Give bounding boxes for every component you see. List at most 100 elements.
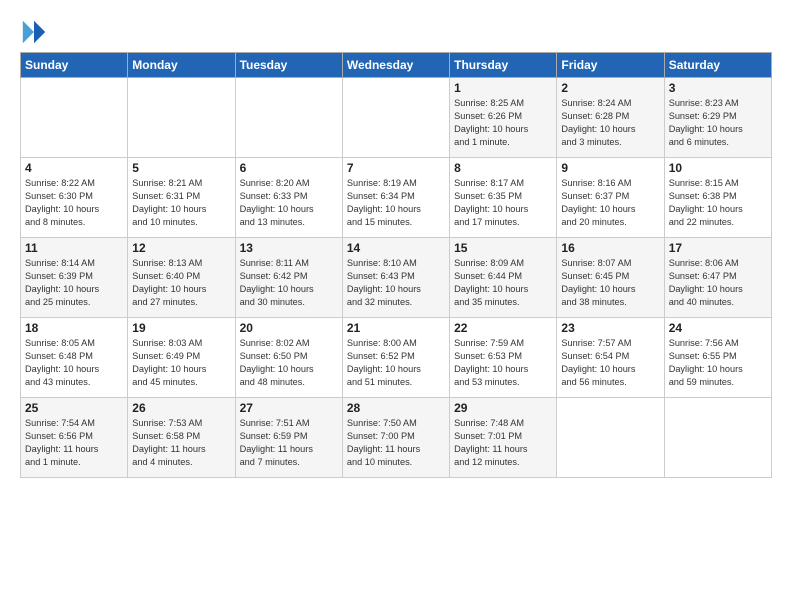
calendar-cell: 18 Sunrise: 8:05 AM Sunset: 6:48 PM Dayli… — [21, 318, 128, 398]
day-number: 3 — [669, 81, 767, 95]
header-friday: Friday — [557, 53, 664, 78]
day-detail: Sunrise: 7:50 AM Sunset: 7:00 PM Dayligh… — [347, 417, 445, 469]
day-number: 12 — [132, 241, 230, 255]
calendar-cell — [664, 398, 771, 478]
day-number: 10 — [669, 161, 767, 175]
day-detail: Sunrise: 8:03 AM Sunset: 6:49 PM Dayligh… — [132, 337, 230, 389]
header-thursday: Thursday — [450, 53, 557, 78]
day-number: 29 — [454, 401, 552, 415]
calendar-cell: 7 Sunrise: 8:19 AM Sunset: 6:34 PM Daylig… — [342, 158, 449, 238]
page-header — [20, 18, 772, 42]
day-detail: Sunrise: 8:21 AM Sunset: 6:31 PM Dayligh… — [132, 177, 230, 229]
calendar-cell: 21 Sunrise: 8:00 AM Sunset: 6:52 PM Dayli… — [342, 318, 449, 398]
day-detail: Sunrise: 8:10 AM Sunset: 6:43 PM Dayligh… — [347, 257, 445, 309]
calendar-cell: 28 Sunrise: 7:50 AM Sunset: 7:00 PM Dayli… — [342, 398, 449, 478]
day-number: 28 — [347, 401, 445, 415]
calendar-cell: 22 Sunrise: 7:59 AM Sunset: 6:53 PM Dayli… — [450, 318, 557, 398]
header-monday: Monday — [128, 53, 235, 78]
day-number: 26 — [132, 401, 230, 415]
day-number: 7 — [347, 161, 445, 175]
header-wednesday: Wednesday — [342, 53, 449, 78]
day-detail: Sunrise: 8:07 AM Sunset: 6:45 PM Dayligh… — [561, 257, 659, 309]
day-detail: Sunrise: 7:53 AM Sunset: 6:58 PM Dayligh… — [132, 417, 230, 469]
day-detail: Sunrise: 7:48 AM Sunset: 7:01 PM Dayligh… — [454, 417, 552, 469]
day-detail: Sunrise: 8:25 AM Sunset: 6:26 PM Dayligh… — [454, 97, 552, 149]
calendar-cell: 26 Sunrise: 7:53 AM Sunset: 6:58 PM Dayli… — [128, 398, 235, 478]
calendar-cell: 12 Sunrise: 8:13 AM Sunset: 6:40 PM Dayli… — [128, 238, 235, 318]
logo — [20, 18, 49, 42]
calendar-cell: 1 Sunrise: 8:25 AM Sunset: 6:26 PM Daylig… — [450, 78, 557, 158]
day-detail: Sunrise: 7:56 AM Sunset: 6:55 PM Dayligh… — [669, 337, 767, 389]
calendar-cell: 15Sunrise: 8:09 AM Sunset: 6:44 PM Dayli… — [450, 238, 557, 318]
calendar-table: SundayMondayTuesdayWednesdayThursdayFrid… — [20, 52, 772, 478]
calendar-cell: 4 Sunrise: 8:22 AM Sunset: 6:30 PM Daylig… — [21, 158, 128, 238]
calendar-cell — [342, 78, 449, 158]
day-number: 21 — [347, 321, 445, 335]
calendar-cell: 16 Sunrise: 8:07 AM Sunset: 6:45 PM Dayli… — [557, 238, 664, 318]
day-number: 16 — [561, 241, 659, 255]
calendar-cell: 13Sunrise: 8:11 AM Sunset: 6:42 PM Dayli… — [235, 238, 342, 318]
calendar-cell: 14 Sunrise: 8:10 AM Sunset: 6:43 PM Dayli… — [342, 238, 449, 318]
day-detail: Sunrise: 8:24 AM Sunset: 6:28 PM Dayligh… — [561, 97, 659, 149]
calendar-cell: 6 Sunrise: 8:20 AM Sunset: 6:33 PM Daylig… — [235, 158, 342, 238]
day-number: 24 — [669, 321, 767, 335]
calendar-cell: 8 Sunrise: 8:17 AM Sunset: 6:35 PM Daylig… — [450, 158, 557, 238]
day-detail: Sunrise: 8:16 AM Sunset: 6:37 PM Dayligh… — [561, 177, 659, 229]
day-number: 11 — [25, 241, 123, 255]
day-number: 20 — [240, 321, 338, 335]
calendar-cell: 29 Sunrise: 7:48 AM Sunset: 7:01 PM Dayli… — [450, 398, 557, 478]
calendar-week-row: 18 Sunrise: 8:05 AM Sunset: 6:48 PM Dayli… — [21, 318, 772, 398]
calendar-cell: 5 Sunrise: 8:21 AM Sunset: 6:31 PM Daylig… — [128, 158, 235, 238]
calendar-cell — [235, 78, 342, 158]
day-number: 23 — [561, 321, 659, 335]
calendar-week-row: 4 Sunrise: 8:22 AM Sunset: 6:30 PM Daylig… — [21, 158, 772, 238]
day-number: 14 — [347, 241, 445, 255]
day-detail: Sunrise: 7:51 AM Sunset: 6:59 PM Dayligh… — [240, 417, 338, 469]
day-detail: Sunrise: 8:00 AM Sunset: 6:52 PM Dayligh… — [347, 337, 445, 389]
day-number: 6 — [240, 161, 338, 175]
day-detail: Sunrise: 8:14 AM Sunset: 6:39 PM Dayligh… — [25, 257, 123, 309]
day-number: 5 — [132, 161, 230, 175]
calendar-cell: 9 Sunrise: 8:16 AM Sunset: 6:37 PM Daylig… — [557, 158, 664, 238]
day-detail: Sunrise: 8:06 AM Sunset: 6:47 PM Dayligh… — [669, 257, 767, 309]
calendar-header-row: SundayMondayTuesdayWednesdayThursdayFrid… — [21, 53, 772, 78]
day-number: 8 — [454, 161, 552, 175]
calendar-cell: 17 Sunrise: 8:06 AM Sunset: 6:47 PM Dayli… — [664, 238, 771, 318]
day-number: 27 — [240, 401, 338, 415]
day-number: 22 — [454, 321, 552, 335]
calendar-cell: 25Sunrise: 7:54 AM Sunset: 6:56 PM Dayli… — [21, 398, 128, 478]
calendar-cell: 20 Sunrise: 8:02 AM Sunset: 6:50 PM Dayli… — [235, 318, 342, 398]
day-number: 18 — [25, 321, 123, 335]
day-number: 1 — [454, 81, 552, 95]
header-sunday: Sunday — [21, 53, 128, 78]
day-number: 19 — [132, 321, 230, 335]
header-tuesday: Tuesday — [235, 53, 342, 78]
day-number: 15 — [454, 241, 552, 255]
calendar-cell: 24 Sunrise: 7:56 AM Sunset: 6:55 PM Dayli… — [664, 318, 771, 398]
day-detail: Sunrise: 8:11 AM Sunset: 6:42 PM Dayligh… — [240, 257, 338, 309]
calendar-week-row: 1 Sunrise: 8:25 AM Sunset: 6:26 PM Daylig… — [21, 78, 772, 158]
day-detail: Sunrise: 8:20 AM Sunset: 6:33 PM Dayligh… — [240, 177, 338, 229]
day-detail: Sunrise: 8:15 AM Sunset: 6:38 PM Dayligh… — [669, 177, 767, 229]
calendar-cell: 3Sunrise: 8:23 AM Sunset: 6:29 PM Daylig… — [664, 78, 771, 158]
calendar-cell: 11 Sunrise: 8:14 AM Sunset: 6:39 PM Dayli… — [21, 238, 128, 318]
day-detail: Sunrise: 7:59 AM Sunset: 6:53 PM Dayligh… — [454, 337, 552, 389]
day-detail: Sunrise: 7:57 AM Sunset: 6:54 PM Dayligh… — [561, 337, 659, 389]
day-detail: Sunrise: 8:22 AM Sunset: 6:30 PM Dayligh… — [25, 177, 123, 229]
calendar-week-row: 11 Sunrise: 8:14 AM Sunset: 6:39 PM Dayli… — [21, 238, 772, 318]
day-number: 9 — [561, 161, 659, 175]
day-number: 17 — [669, 241, 767, 255]
calendar-cell: 10 Sunrise: 8:15 AM Sunset: 6:38 PM Dayli… — [664, 158, 771, 238]
day-detail: Sunrise: 8:02 AM Sunset: 6:50 PM Dayligh… — [240, 337, 338, 389]
day-number: 2 — [561, 81, 659, 95]
day-detail: Sunrise: 8:19 AM Sunset: 6:34 PM Dayligh… — [347, 177, 445, 229]
header-saturday: Saturday — [664, 53, 771, 78]
calendar-week-row: 25Sunrise: 7:54 AM Sunset: 6:56 PM Dayli… — [21, 398, 772, 478]
day-number: 4 — [25, 161, 123, 175]
calendar-cell: 2 Sunrise: 8:24 AM Sunset: 6:28 PM Daylig… — [557, 78, 664, 158]
day-detail: Sunrise: 8:05 AM Sunset: 6:48 PM Dayligh… — [25, 337, 123, 389]
calendar-cell — [21, 78, 128, 158]
day-detail: Sunrise: 7:54 AM Sunset: 6:56 PM Dayligh… — [25, 417, 123, 469]
day-detail: Sunrise: 8:17 AM Sunset: 6:35 PM Dayligh… — [454, 177, 552, 229]
day-detail: Sunrise: 8:13 AM Sunset: 6:40 PM Dayligh… — [132, 257, 230, 309]
